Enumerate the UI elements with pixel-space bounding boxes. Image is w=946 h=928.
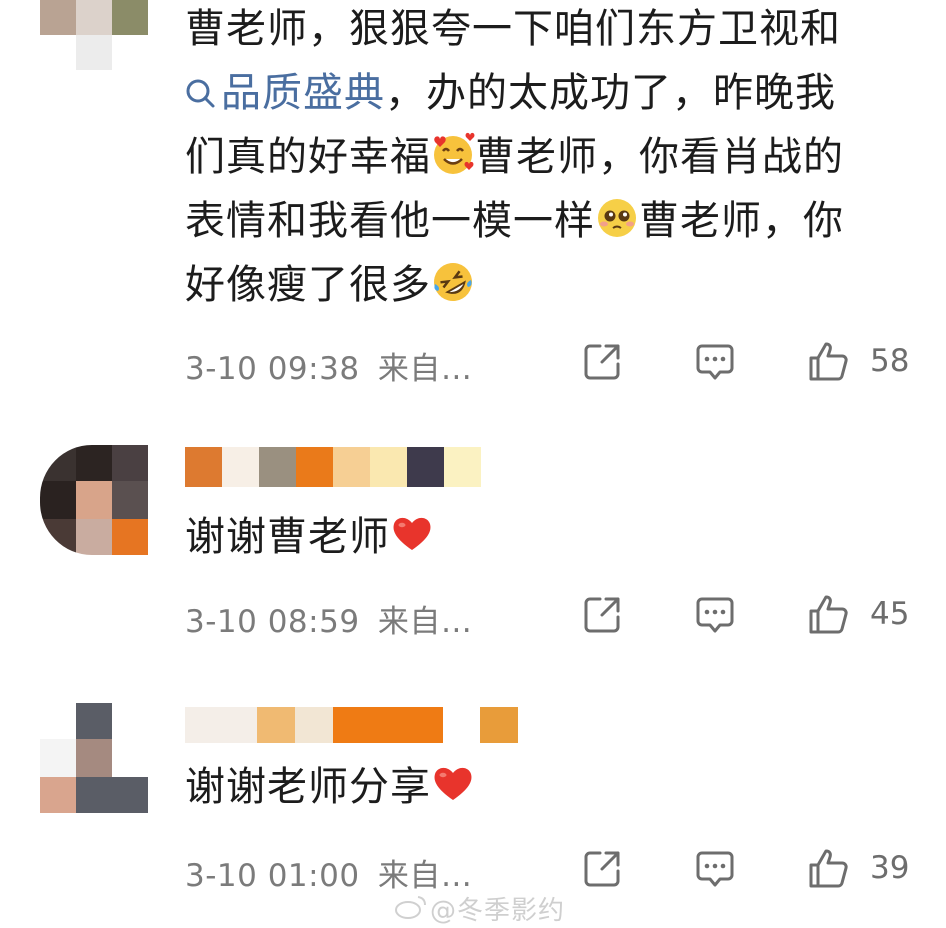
comment-time: 3-10 01:00 xyxy=(185,858,360,894)
like-count: 39 xyxy=(870,850,910,886)
watermark: @冬季影约 xyxy=(430,896,566,926)
comment-source: 来自… xyxy=(377,351,473,387)
like-count: 58 xyxy=(870,343,910,379)
thumbs-up-icon[interactable] xyxy=(806,847,850,891)
comment-text: 曹老师，狠狠夸一下咱们东方卫视和 品质盛典，办的太成功了，昨晚我 们真的好幸福 … xyxy=(185,6,844,308)
thumbs-up-icon[interactable] xyxy=(806,593,850,637)
share-icon[interactable] xyxy=(580,847,624,891)
comment-source: 来自… xyxy=(377,858,473,894)
avatar[interactable] xyxy=(40,703,148,813)
comment-icon[interactable] xyxy=(693,847,737,891)
smiling-face-with-hearts-emoji xyxy=(434,132,475,174)
red-heart-emoji xyxy=(393,517,431,550)
avatar[interactable] xyxy=(40,0,148,70)
username[interactable] xyxy=(185,703,525,743)
comment-icon[interactable] xyxy=(693,593,737,637)
avatar[interactable] xyxy=(40,445,148,555)
comment-meta: 3-10 08:59 来自… xyxy=(185,596,472,641)
rolling-laughing-emoji xyxy=(434,263,472,301)
share-icon[interactable] xyxy=(580,340,624,384)
share-icon[interactable] xyxy=(580,593,624,637)
topic-link[interactable]: 品质盛典 xyxy=(185,70,385,116)
weibo-logo-icon xyxy=(395,896,426,919)
comment-time: 3-10 08:59 xyxy=(185,604,360,640)
comment-item: 谢谢老师分享 3-10 01:00 来自… 39 xyxy=(0,655,946,928)
search-icon xyxy=(186,79,215,108)
comment-text: 谢谢老师分享 xyxy=(185,755,920,819)
comment-time: 3-10 09:38 xyxy=(185,351,360,387)
comment-item: 曹老师，狠狠夸一下咱们东方卫视和 品质盛典，办的太成功了，昨晚我 们真的好幸福 … xyxy=(0,0,946,405)
red-heart-emoji xyxy=(434,767,472,800)
comment-source: 来自… xyxy=(377,604,473,640)
comment-item: 谢谢曹老师 3-10 08:59 来自… 45 xyxy=(0,405,946,655)
comment-meta: 3-10 01:00 来自… xyxy=(185,850,472,895)
comment-meta: 3-10 09:38 来自… xyxy=(185,343,472,388)
like-count: 45 xyxy=(870,596,910,632)
thumbs-up-icon[interactable] xyxy=(806,340,850,384)
pleading-face-emoji xyxy=(598,199,636,237)
comment-text: 谢谢曹老师 xyxy=(185,505,920,569)
comment-icon[interactable] xyxy=(693,340,737,384)
username[interactable] xyxy=(185,447,495,487)
